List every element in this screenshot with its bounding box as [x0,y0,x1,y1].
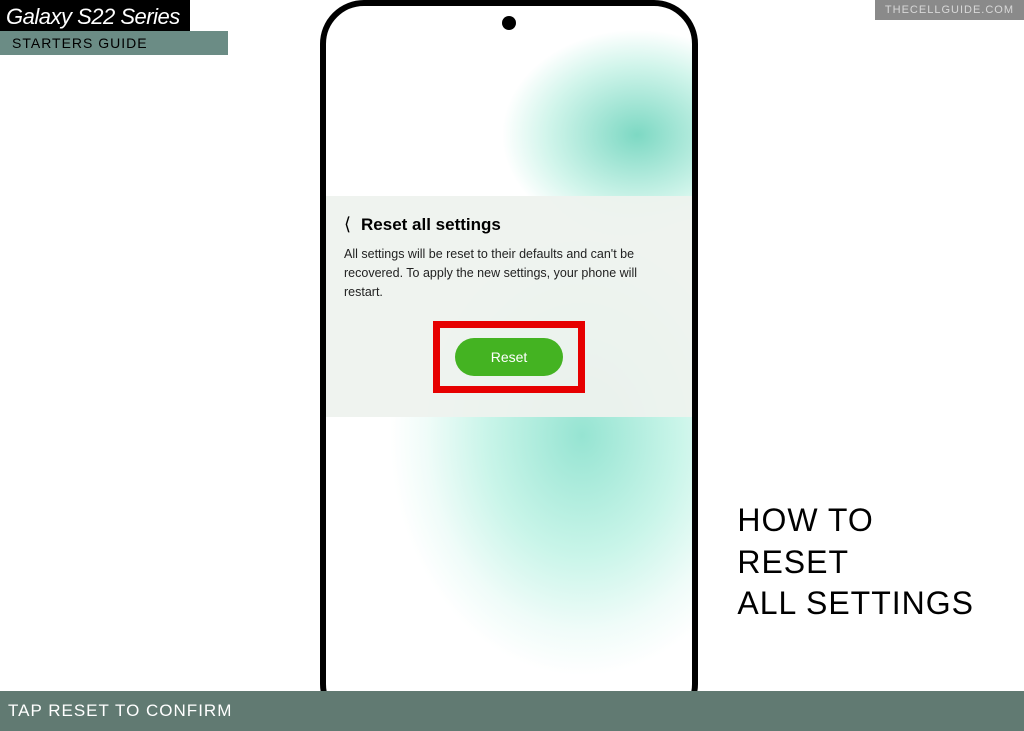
phone-camera-punchhole [502,16,516,30]
panel-header-row: ⟨ Reset all settings [344,214,674,235]
reset-button[interactable]: Reset [455,338,564,376]
panel-title: Reset all settings [361,215,501,235]
reset-settings-panel: ⟨ Reset all settings All settings will b… [326,196,692,417]
tutorial-highlight-box: Reset [433,321,585,393]
step-instruction-footer: TAP RESET TO CONFIRM [0,691,1024,731]
panel-description: All settings will be reset to their defa… [344,245,674,301]
guide-subtitle-banner: STARTERS GUIDE [0,31,228,55]
howto-line1: HOW TO [737,500,974,542]
phone-volume-button [692,150,696,220]
phone-mockup: ⟨ Reset all settings All settings will b… [320,0,698,728]
phone-power-button [692,240,696,280]
back-arrow-icon[interactable]: ⟨ [344,214,351,235]
howto-line2: RESET [737,542,974,584]
site-watermark: THECELLGUIDE.COM [875,0,1024,20]
series-title-banner: Galaxy S22 Series [0,0,190,34]
howto-title: HOW TO RESET ALL SETTINGS [737,500,974,625]
howto-line3: ALL SETTINGS [737,583,974,625]
